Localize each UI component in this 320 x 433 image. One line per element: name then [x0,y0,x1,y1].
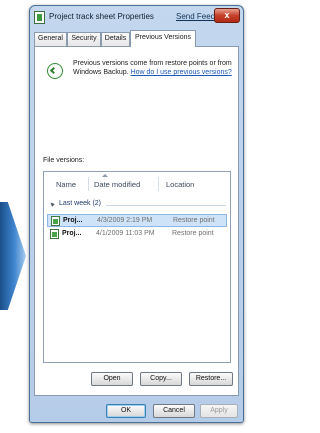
collapse-triangle-icon[interactable] [49,201,55,207]
tab-general[interactable]: General [34,32,67,46]
version-date: 4/3/2009 2:19 PM [97,217,153,224]
column-divider[interactable] [158,177,159,191]
version-name: Proj... [63,217,83,224]
group-divider [106,205,226,206]
column-header-date-modified[interactable]: Date modified [94,180,140,189]
restore-icon [47,63,63,79]
title-bar[interactable]: Project track sheet Properties Send Feed… [30,6,243,30]
column-header-location[interactable]: Location [166,180,194,189]
version-location: Restore point [173,217,215,224]
ok-button[interactable]: OK [106,404,146,418]
apply-button[interactable]: Apply [200,404,238,418]
tab-previous-versions[interactable]: Previous Versions [130,30,196,47]
spreadsheet-file-icon [50,229,59,239]
tab-details[interactable]: Details [101,32,130,46]
column-header-name[interactable]: Name [56,180,76,189]
group-header-last-week[interactable]: Last week (2) [49,200,226,210]
help-link[interactable]: How do I use previous versions? [131,69,232,76]
spreadsheet-file-icon [51,216,60,226]
cancel-button[interactable]: Cancel [153,404,195,418]
properties-dialog: Project track sheet Properties Send Feed… [29,5,244,423]
restore-button[interactable]: Restore... [189,372,233,386]
close-button[interactable]: x [214,8,240,23]
previous-versions-panel: Previous versions come from restore poin… [34,46,239,396]
version-date: 4/1/2009 11:03 PM [96,230,155,237]
window-title: Project track sheet Properties [49,12,154,21]
open-button[interactable]: Open [91,372,133,386]
info-text: Previous versions come from restore poin… [73,59,235,77]
file-versions-label: File versions: [43,157,85,164]
version-row[interactable]: Proj... 4/1/2009 11:03 PM Restore point [47,228,227,241]
document-icon [34,11,45,24]
version-row[interactable]: Proj... 4/3/2009 2:19 PM Restore point [47,214,227,227]
version-location: Restore point [172,230,214,237]
tab-security[interactable]: Security [67,32,101,46]
sort-arrow-icon [102,174,108,177]
column-divider[interactable] [88,177,89,191]
decorative-arrow [0,202,26,310]
copy-button[interactable]: Copy... [140,372,182,386]
group-label: Last week (2) [59,200,102,207]
file-versions-list[interactable]: Name Date modified Location Last week (2… [43,171,231,363]
version-name: Proj... [62,230,82,237]
